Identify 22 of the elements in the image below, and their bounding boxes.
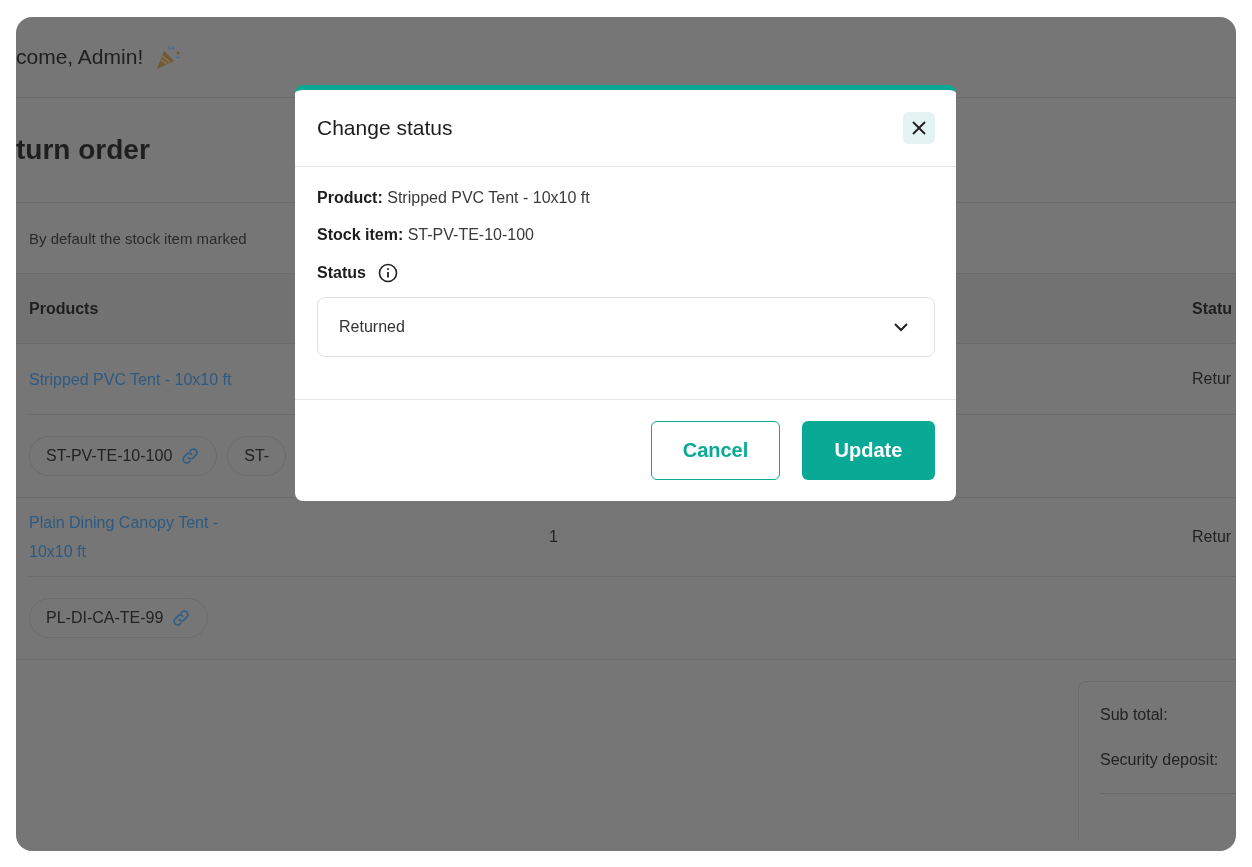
status-cell-text: Retur — [1192, 528, 1233, 546]
status-cell-text: Retur — [1192, 370, 1233, 388]
close-icon — [911, 120, 927, 136]
summary-label: Security deposit: — [1100, 751, 1220, 769]
info-icon — [377, 263, 398, 283]
product-info: Product: Stripped PVC Tent - 10x10 ft — [317, 189, 591, 207]
link-icon — [171, 608, 192, 628]
update-button[interactable]: Update — [802, 421, 935, 480]
link-icon — [180, 446, 201, 466]
stock-item-info: Stock item: ST-PV-TE-10-100 — [317, 226, 535, 244]
cancel-button[interactable]: Cancel — [651, 421, 780, 480]
column-header: Statu — [1192, 299, 1233, 318]
quantity-cell-text: 1 — [549, 528, 559, 546]
summary-label: Sub total: — [1100, 706, 1169, 724]
welcome-text: come, Admin! — [16, 45, 144, 69]
status-label: Status — [317, 264, 366, 282]
info-note: By default the stock item marked — [29, 229, 247, 247]
column-header: Products — [29, 299, 100, 318]
status-dropdown[interactable]: Returned — [317, 297, 935, 357]
page-title: turn order — [16, 134, 150, 166]
dialog-title: Change status — [317, 116, 453, 140]
close-button[interactable] — [903, 112, 935, 144]
